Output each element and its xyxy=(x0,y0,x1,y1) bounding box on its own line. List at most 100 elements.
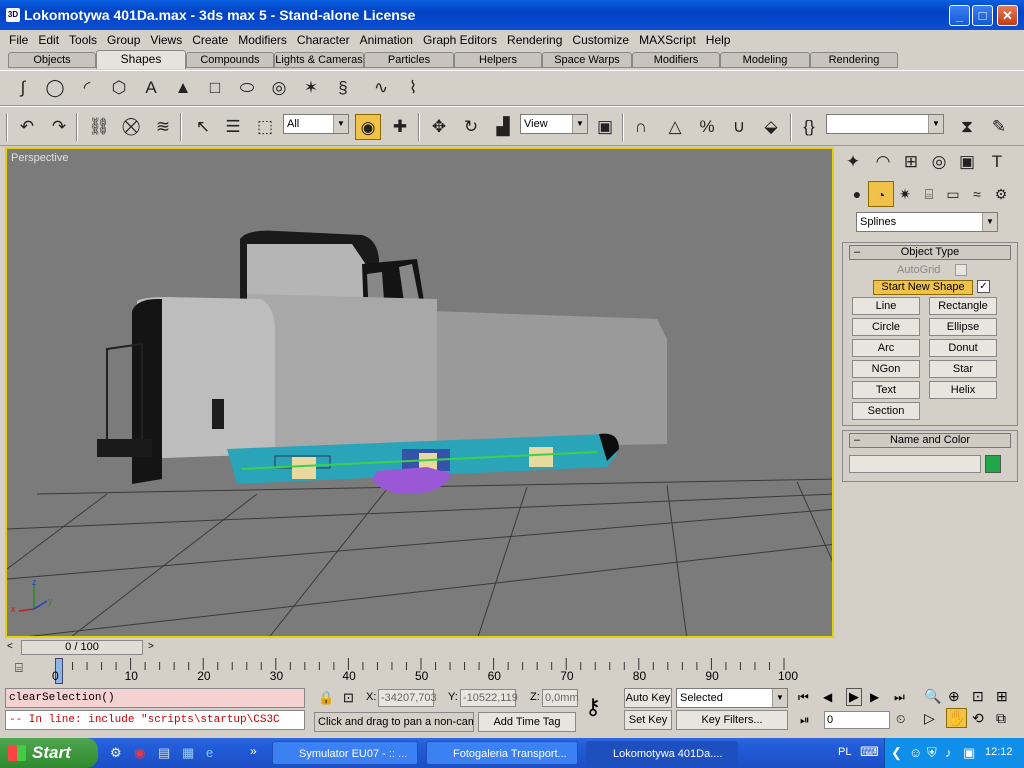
systems-icon[interactable]: ⚙ xyxy=(988,181,1014,207)
redo-icon[interactable]: ↷ xyxy=(46,114,72,140)
quick-launch-opera-icon[interactable]: ◉ xyxy=(134,745,145,761)
zoom-icon[interactable]: 🔍 xyxy=(924,688,941,705)
unlink-selection-icon[interactable]: ⛒ xyxy=(118,114,144,140)
menu-create[interactable]: Create xyxy=(187,33,233,47)
tab-shapes[interactable]: Shapes xyxy=(96,50,186,69)
mirror-icon[interactable]: ⧗ xyxy=(954,114,980,140)
rectangle-shape-icon[interactable]: □ xyxy=(202,75,228,101)
tab-objects[interactable]: Objects xyxy=(8,52,96,68)
undo-icon[interactable]: ↶ xyxy=(14,114,40,140)
menu-rendering[interactable]: Rendering xyxy=(502,33,567,47)
circle-button[interactable]: Circle xyxy=(852,318,920,336)
select-and-manipulate-icon[interactable]: ✚ xyxy=(387,114,413,140)
object-type-header[interactable]: – Object Type xyxy=(849,245,1011,260)
collapse-icon[interactable]: – xyxy=(854,434,860,447)
track-bar[interactable]: ⌸ 0 10 20 30 40 50 60 70 80 90 100 xyxy=(5,656,835,686)
security-icon[interactable]: ⛨ xyxy=(927,745,937,761)
display-panel-icon[interactable]: ▣ xyxy=(954,149,980,175)
select-by-name-icon[interactable]: ☰ xyxy=(220,114,246,140)
zoom-extents-icon[interactable]: ⊡ xyxy=(972,688,984,705)
lights-icon[interactable]: ✷ xyxy=(892,181,918,207)
mini-curve-editor-icon[interactable]: ⌸ xyxy=(15,660,23,676)
auto-key-button[interactable]: Auto Key xyxy=(624,688,672,708)
line-button[interactable]: Line xyxy=(852,297,920,315)
edit-named-selections-icon[interactable]: ⬙ xyxy=(758,114,784,140)
arc-shape-icon[interactable]: ◜ xyxy=(74,75,100,101)
tab-modifiers[interactable]: Modifiers xyxy=(632,52,720,68)
geometry-icon[interactable]: ● xyxy=(844,181,870,207)
quick-launch-media-icon[interactable]: ▦ xyxy=(182,745,194,761)
selection-filter-dropdown[interactable]: All ▼ xyxy=(283,114,349,134)
quick-launch-network-icon[interactable]: ⚙ xyxy=(110,745,122,761)
space-warps-icon[interactable]: ≈ xyxy=(964,181,990,207)
play-icon[interactable]: ▶ xyxy=(846,688,862,706)
zoom-extents-all-icon[interactable]: ⊞ xyxy=(996,688,1008,705)
zoom-all-icon[interactable]: ⊕ xyxy=(948,688,960,705)
time-slider[interactable]: < 0 / 100 > xyxy=(5,639,835,656)
tab-compounds[interactable]: Compounds xyxy=(186,52,274,68)
task-lokomotywa[interactable]: Lokomotywa 401Da.... xyxy=(586,741,738,765)
z-coord-field[interactable]: 0,0mm xyxy=(542,689,579,707)
collapse-icon[interactable]: – xyxy=(854,246,860,259)
menu-maxscript[interactable]: MAXScript xyxy=(634,33,701,47)
arc-button[interactable]: Arc xyxy=(852,339,920,357)
lock-selection-icon[interactable]: 🔒 xyxy=(318,690,334,706)
ngon-button[interactable]: NGon xyxy=(852,360,920,378)
menu-animation[interactable]: Animation xyxy=(355,33,418,47)
menu-customize[interactable]: Customize xyxy=(567,33,634,47)
maxscript-listener-input[interactable]: clearSelection() xyxy=(5,688,305,708)
x-coord-field[interactable]: -34207,703 xyxy=(378,689,437,707)
close-button[interactable]: ✕ xyxy=(997,5,1018,26)
menu-file[interactable]: File xyxy=(4,33,33,47)
maximize-viewport-icon[interactable]: ⧉ xyxy=(996,710,1006,727)
reference-coordinate-dropdown[interactable]: View ▼ xyxy=(520,114,588,134)
object-color-swatch[interactable] xyxy=(985,455,1001,473)
named-selection-dropdown[interactable]: ▼ xyxy=(826,114,944,134)
maxscript-listener-output[interactable]: -- In line: include "scripts\startup\CS3… xyxy=(5,710,305,730)
menu-group[interactable]: Group xyxy=(102,33,145,47)
line-shape-icon[interactable]: ∫ xyxy=(10,75,36,101)
start-button[interactable]: Start xyxy=(0,738,98,768)
rectangle-button[interactable]: Rectangle xyxy=(929,297,997,315)
autogrid-checkbox[interactable] xyxy=(955,264,967,276)
field-of-view-icon[interactable]: ▷ xyxy=(924,710,935,727)
start-new-shape-checkbox[interactable]: ✓ xyxy=(977,280,990,293)
ngon-shape-icon[interactable]: ⬡ xyxy=(106,75,132,101)
slider-right-arrow-icon[interactable]: > xyxy=(148,641,154,652)
set-key-button[interactable]: Set Key xyxy=(624,710,672,730)
rectangular-selection-icon[interactable]: ⬚ xyxy=(252,114,278,140)
bind-to-space-warp-icon[interactable]: ≋ xyxy=(150,114,176,140)
modify-panel-icon[interactable]: ◠ xyxy=(870,149,896,175)
tab-rendering[interactable]: Rendering xyxy=(810,52,898,68)
category-dropdown[interactable]: Splines ▼ xyxy=(856,212,998,232)
chevron-down-icon[interactable]: ▼ xyxy=(772,689,787,707)
select-and-link-icon[interactable]: ⛓ xyxy=(86,114,112,140)
select-and-rotate-icon[interactable]: ↻ xyxy=(458,114,484,140)
absolute-mode-icon[interactable]: ⊡ xyxy=(343,690,354,706)
pivot-point-center-icon[interactable]: ▣ xyxy=(592,114,618,140)
name-and-color-header[interactable]: – Name and Color xyxy=(849,433,1011,448)
current-frame-field[interactable]: 0 xyxy=(824,711,890,729)
3ds-max-icon[interactable]: 3D xyxy=(6,8,20,22)
donut-button[interactable]: Donut xyxy=(929,339,997,357)
utilities-panel-icon[interactable]: T xyxy=(984,149,1010,175)
key-filters-button[interactable]: Key Filters... xyxy=(676,710,788,730)
section-shape-icon[interactable]: ▲ xyxy=(170,75,196,101)
language-indicator[interactable]: PL xyxy=(838,746,851,758)
time-configuration-icon[interactable]: ⏲ xyxy=(896,712,905,727)
go-to-start-icon[interactable]: ⏮ xyxy=(798,690,809,705)
previous-frame-icon[interactable]: ◀ xyxy=(823,690,832,704)
keyboard-icon[interactable]: ⌨ xyxy=(860,744,879,760)
star-shape-icon[interactable]: ✶ xyxy=(298,75,324,101)
slider-left-arrow-icon[interactable]: < xyxy=(7,641,13,652)
perspective-viewport[interactable]: Perspective z x y xyxy=(5,147,834,638)
quick-launch-expand-icon[interactable]: » xyxy=(250,744,257,758)
menu-tools[interactable]: Tools xyxy=(64,33,102,47)
percent-snap-icon[interactable]: % xyxy=(694,114,720,140)
chevron-down-icon[interactable]: ▼ xyxy=(333,115,348,133)
menu-views[interactable]: Views xyxy=(145,33,187,47)
hierarchy-panel-icon[interactable]: ⊞ xyxy=(898,149,924,175)
cameras-icon[interactable]: ⌸ xyxy=(916,181,942,207)
motion-panel-icon[interactable]: ◎ xyxy=(926,149,952,175)
text-button[interactable]: Text xyxy=(852,381,920,399)
